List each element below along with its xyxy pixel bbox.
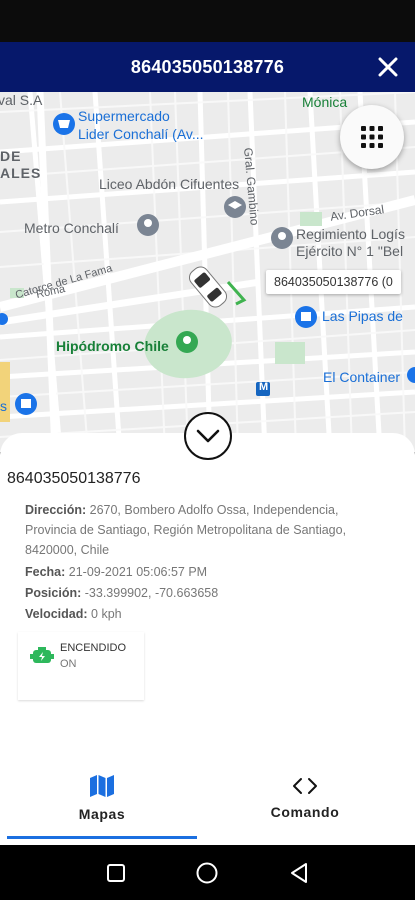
address-label: Dirección: — [25, 503, 87, 517]
map-label: Las Pipas de — [322, 308, 403, 324]
nav-home-icon — [196, 862, 218, 883]
chevron-down-icon — [196, 429, 220, 443]
grid-menu-icon — [361, 126, 383, 148]
las-pipas-pin-icon — [295, 306, 317, 328]
map-label: Mónica — [302, 94, 348, 110]
metro-pin-icon — [137, 214, 159, 236]
speed-label: Velocidad: — [25, 607, 88, 621]
engine-on-icon — [30, 647, 54, 663]
map-label: El Container — [323, 369, 401, 385]
date-label: Fecha: — [25, 565, 66, 579]
nav-recent-button[interactable] — [96, 853, 136, 893]
system-nav-bar — [0, 845, 415, 900]
address-line-1: 2670, Bombero Adolfo Ossa, Independencia… — [89, 503, 339, 517]
metro-station-label: M — [259, 381, 269, 393]
address-line-3: 8420000, Chile — [25, 543, 110, 557]
grid-menu-button[interactable] — [340, 105, 404, 169]
map-label: Ejército N° 1 "Bel — [296, 243, 404, 259]
vehicle-tooltip[interactable]: 864035050138776 (0 — [266, 270, 401, 294]
tab-mapas-label: Mapas — [78, 806, 126, 822]
map-label: Metro Conchalí — [24, 220, 119, 236]
map-label: val S.A — [0, 92, 43, 108]
device-id: 864035050138776 — [7, 470, 141, 487]
tab-comando-label: Comando — [270, 804, 340, 820]
engine-status-sub: ON — [60, 658, 77, 670]
nav-recent-icon — [106, 863, 125, 882]
tab-mapas[interactable]: Mapas — [7, 770, 197, 840]
tab-comando[interactable]: Comando — [210, 770, 400, 840]
status-bar — [0, 0, 415, 42]
map-label: Lider Conchalí (Av... — [78, 126, 204, 142]
shop-pin-icon — [53, 113, 75, 135]
map-label: DE — [0, 148, 22, 164]
map-label: s — [0, 398, 7, 414]
speed-row: Velocidad: 0 kph — [25, 604, 122, 624]
position-label: Posición: — [25, 586, 82, 600]
school-pin-icon — [224, 196, 246, 218]
app-bar: 864035050138776 — [0, 42, 415, 92]
map-label: Supermercado — [78, 108, 170, 124]
active-tab-indicator — [7, 836, 197, 839]
engine-status-card: ENCENDIDO ON — [18, 632, 144, 700]
engine-status-title: ENCENDIDO — [60, 642, 127, 654]
date-row: Fecha: 21-09-2021 05:06:57 PM — [25, 562, 207, 582]
position-value: -33.399902, -70.663658 — [84, 586, 219, 600]
position-row: Posición: -33.399902, -70.663658 — [25, 583, 218, 603]
app-bar-title: 864035050138776 — [130, 56, 285, 77]
map-label: ALES — [0, 165, 42, 181]
map-icon — [90, 775, 114, 797]
code-icon — [293, 778, 317, 794]
collapse-sheet-button[interactable] — [184, 412, 232, 460]
map-label: Regimiento Logís — [296, 226, 405, 242]
map-label: Hipódromo Chile — [56, 338, 169, 354]
address-row: Dirección: 2670, Bombero Adolfo Ossa, In… — [25, 500, 338, 520]
map-label: Liceo Abdón Cifuentes — [99, 176, 240, 192]
speed-value: 0 kph — [91, 607, 122, 621]
nav-back-icon — [291, 862, 308, 883]
date-value: 21-09-2021 05:06:57 PM — [68, 565, 208, 579]
left-shop-pin-icon — [15, 393, 37, 415]
hipodromo-pin-icon — [176, 331, 198, 353]
close-icon[interactable] — [375, 54, 401, 80]
regimiento-pin-icon — [271, 227, 293, 249]
address-line-2: Provincia de Santiago, Región Metropolit… — [25, 523, 347, 537]
nav-home-button[interactable] — [187, 853, 227, 893]
nav-back-button[interactable] — [279, 853, 319, 893]
bottom-tabs: Mapas Comando — [0, 770, 415, 845]
